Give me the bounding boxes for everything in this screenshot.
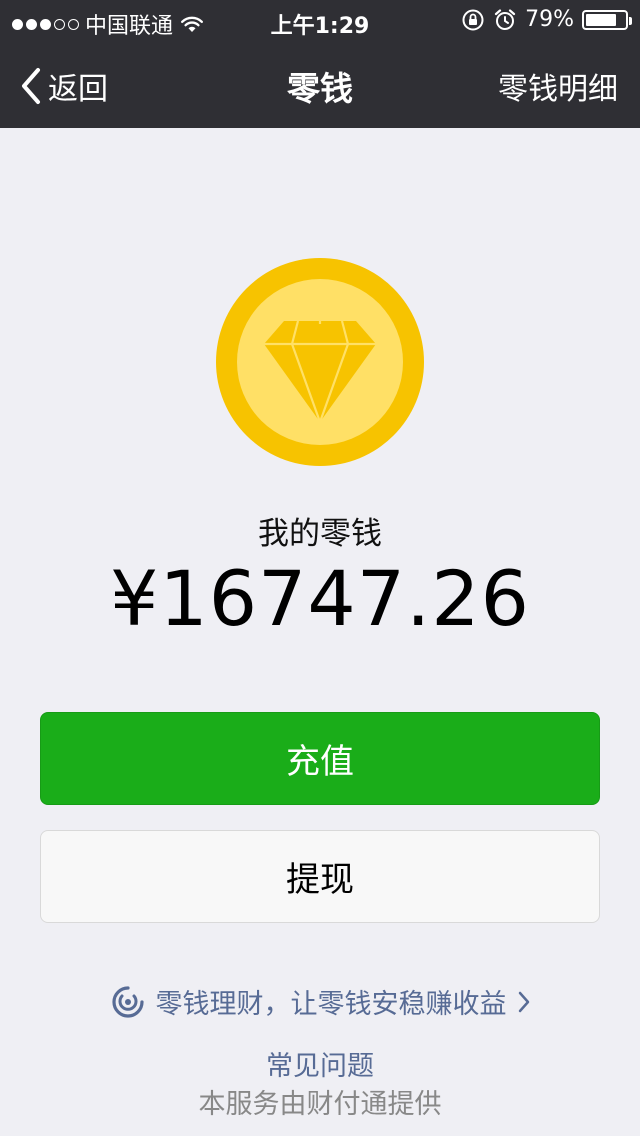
wallet-label: 我的零钱 [258,516,382,552]
status-bar: 中国联通 上午1:29 79% [0,0,640,40]
faq-link[interactable]: 常见问题 [0,1044,640,1083]
status-right: 79% [461,7,632,32]
recharge-label: 充值 [286,742,354,782]
withdraw-label: 提现 [286,860,354,900]
rotation-lock-icon [462,9,484,30]
chevron-right-icon [518,991,529,1012]
battery-icon [582,9,632,30]
withdraw-button[interactable]: 提现 [40,830,600,923]
nav-bar: 返回 零钱 零钱明细 [0,40,640,128]
alarm-icon [494,8,516,30]
battery-percent: 79% [525,7,574,32]
wealth-promo-link[interactable]: 零钱理财，让零钱安稳赚收益 [0,982,640,1021]
provider-note: 本服务由财付通提供 [198,1089,442,1120]
wealth-icon [111,985,144,1018]
wallet-balance: ¥16747.26 [110,554,530,643]
top-bar: 中国联通 上午1:29 79% 返回 零钱 零钱明细 [0,0,640,128]
recharge-button[interactable]: 充值 [40,712,600,805]
diamond-coin-icon [216,258,424,466]
battery-fill [586,13,617,26]
detail-link[interactable]: 零钱明细 [498,64,618,108]
promo-text: 零钱理财，让零钱安稳赚收益 [155,989,507,1020]
